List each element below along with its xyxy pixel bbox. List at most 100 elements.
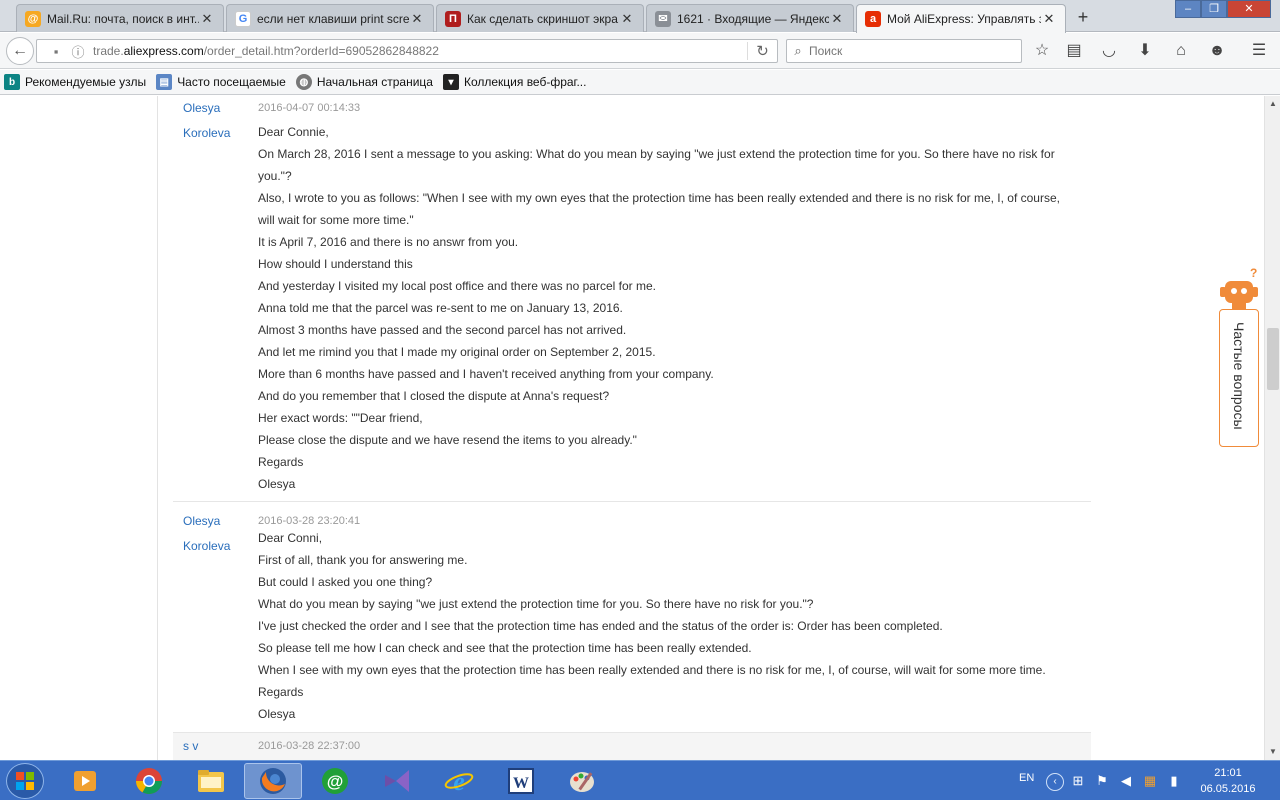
message-line: And yesterday I visited my local post of… (258, 279, 656, 293)
menu-icon[interactable]: ☰ (1247, 40, 1271, 62)
message-line: When I see with my own eyes that the pro… (258, 663, 1046, 677)
windows-flag-icon[interactable]: ⊞ (1070, 773, 1086, 789)
svg-text:W: W (513, 775, 529, 792)
bing-icon: b (4, 74, 20, 90)
minimize-button[interactable]: – (1175, 0, 1201, 18)
clock-date[interactable]: 06.05.2016 (1196, 783, 1260, 795)
info-icon[interactable]: ⓘ (67, 42, 89, 61)
message-line: Her exact words: ""Dear friend, (258, 411, 423, 425)
message-line: On March 28, 2016 I sent a message to yo… (258, 147, 1055, 161)
message-line: So please tell me how I can check and se… (258, 641, 752, 655)
close-icon[interactable]: ✕ (409, 11, 425, 27)
sidebar-icon[interactable]: ▪ (45, 44, 67, 59)
message-line: I've just checked the order and I see th… (258, 619, 943, 633)
bookmarks-menu-icon[interactable]: ▤ (1062, 40, 1086, 62)
firefox-icon[interactable] (244, 763, 302, 799)
message-line: Dear Conni, (258, 531, 323, 545)
tab-aliexpress[interactable]: a Мой AliExpress: Управлять з... ✕ (856, 4, 1066, 33)
scroll-down-arrow-icon[interactable]: ▼ (1265, 744, 1280, 760)
site-icon: П (445, 10, 461, 27)
message-line: you."? (258, 169, 292, 183)
url-text[interactable]: trade.aliexpress.com/order_detail.htm?or… (93, 44, 747, 58)
navigation-bar: ← ▪ ⓘ trade.aliexpress.com/order_detail.… (0, 33, 1280, 69)
mail-envelope-icon: ✉ (655, 10, 671, 27)
svg-text:?: ? (1250, 267, 1257, 280)
maximize-button[interactable]: ❐ (1201, 0, 1227, 18)
media-player-icon[interactable] (56, 763, 114, 799)
author-first-name: Olesya (183, 101, 221, 115)
tab-mailru[interactable]: @ Mail.Ru: почта, поиск в инт... ✕ (16, 4, 224, 32)
close-icon[interactable]: ✕ (829, 11, 845, 27)
message-line: Anna told me that the parcel was re-sent… (258, 301, 623, 315)
windows-logo-icon (16, 772, 34, 790)
message-line: More than 6 months have passed and I hav… (258, 367, 714, 381)
bookmark-label: Рекомендуемые узлы (25, 75, 147, 89)
close-icon[interactable]: ✕ (199, 11, 215, 27)
paint-icon[interactable] (554, 763, 612, 799)
bookmark-item[interactable]: ▾ Коллекция веб-фраг... (442, 74, 587, 90)
message-body: Dear Connie, On March 28, 2016 I sent a … (258, 121, 1088, 495)
message-line: Olesya (258, 707, 296, 721)
language-indicator[interactable]: EN (1019, 772, 1034, 784)
window-close-button[interactable]: ✕ (1227, 0, 1271, 18)
tab-label: если нет клавиши print scre... (257, 11, 409, 26)
message-entry: Olesya Koroleva 2016-04-07 00:14:33 Dear… (173, 96, 1091, 502)
bookmark-label: Коллекция веб-фраг... (463, 75, 587, 89)
reload-icon[interactable]: ↻ (747, 42, 777, 60)
bookmark-star-icon[interactable]: ☆ (1030, 40, 1054, 62)
clock-time[interactable]: 21:01 (1200, 767, 1256, 779)
author-first-name: s v (183, 739, 199, 753)
bookmark-item[interactable]: ▤ Часто посещаемые (156, 74, 286, 90)
file-explorer-icon[interactable] (182, 763, 240, 799)
search-input[interactable] (809, 44, 1021, 58)
vertical-scrollbar[interactable]: ▲ ▼ (1264, 96, 1280, 760)
webslice-icon: ▾ (442, 74, 459, 90)
tab-google[interactable]: G если нет клавиши print scre... ✕ (226, 4, 434, 32)
help-widget[interactable]: ? Частые вопросы (1218, 257, 1260, 447)
app-tray-icon[interactable]: ▦ (1142, 773, 1158, 789)
internet-explorer-icon[interactable]: e (430, 763, 488, 799)
close-icon[interactable]: ✕ (1041, 11, 1057, 27)
message-line: Regards (258, 685, 304, 699)
bookmark-item[interactable]: ◍ Начальная страница (295, 74, 433, 90)
word-icon[interactable]: W (492, 763, 550, 799)
new-tab-button[interactable]: + (1072, 6, 1094, 28)
home-icon[interactable]: ⌂ (1169, 40, 1193, 62)
start-button[interactable] (6, 763, 44, 799)
google-icon: G (235, 10, 251, 27)
network-icon[interactable]: ▮ (1166, 773, 1182, 789)
action-center-flag-icon[interactable]: ⚑ (1094, 773, 1110, 789)
back-button[interactable]: ← (6, 37, 34, 65)
message-line: And let me rimind you that I made my ori… (258, 345, 656, 359)
message-entry: s v 2016-03-28 22:37:00 (173, 733, 1091, 760)
folder-icon: ▤ (156, 74, 173, 90)
author-last-name: Koroleva (183, 126, 231, 140)
tab-screenshot-howto[interactable]: П Как сделать скриншот экра... ✕ (436, 4, 644, 32)
message-line: Olesya (258, 477, 296, 491)
search-bar[interactable]: ⌕ (786, 39, 1022, 63)
mail-agent-icon[interactable]: @ (306, 763, 364, 799)
bookmark-item[interactable]: b Рекомендуемые узлы (4, 74, 146, 90)
message-line: Almost 3 months have passed and the seco… (258, 323, 627, 337)
tab-label: Как сделать скриншот экра... (467, 11, 619, 26)
robot-icon: ? (1220, 267, 1258, 309)
message-timestamp: 2016-03-28 23:20:41 (258, 515, 361, 527)
bookmark-label: Начальная страница (316, 75, 433, 89)
tab-label: 1621 · Входящие — Яндекс.... (677, 11, 829, 26)
tab-yandex-mail[interactable]: ✉ 1621 · Входящие — Яндекс.... ✕ (646, 4, 854, 32)
message-line: Please close the dispute and we have res… (258, 433, 637, 447)
pocket-icon[interactable]: ◡ (1097, 40, 1121, 62)
chrome-icon[interactable] (120, 763, 178, 799)
faq-tab[interactable]: Частые вопросы (1219, 309, 1259, 447)
scroll-up-arrow-icon[interactable]: ▲ (1265, 96, 1280, 112)
tab-strip: @ Mail.Ru: почта, поиск в инт... ✕ G есл… (0, 0, 1280, 33)
close-icon[interactable]: ✕ (619, 11, 635, 27)
hello-icon[interactable]: ☻ (1205, 40, 1229, 62)
downloads-icon[interactable]: ⬇ (1133, 40, 1157, 62)
scrollbar-thumb[interactable] (1267, 328, 1279, 390)
message-line: How should I understand this (258, 257, 413, 271)
address-bar[interactable]: ▪ ⓘ trade.aliexpress.com/order_detail.ht… (36, 39, 778, 63)
volume-icon[interactable]: ◀ (1118, 773, 1134, 789)
visual-studio-icon[interactable] (368, 763, 426, 799)
show-hidden-icons-icon[interactable]: ‹ (1046, 773, 1064, 791)
